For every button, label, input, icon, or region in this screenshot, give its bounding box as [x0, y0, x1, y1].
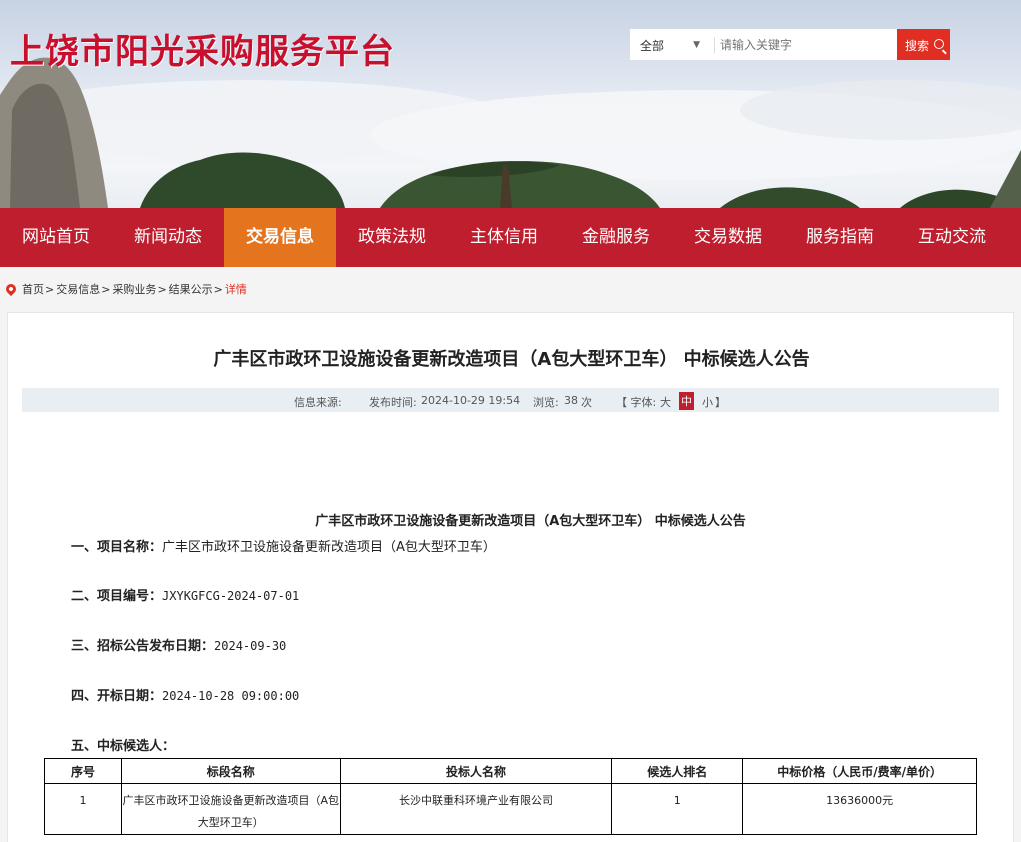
project-number-value: JXYKGFCG-2024-07-01	[162, 589, 300, 603]
publish-time: 2024-10-29 19:54	[421, 394, 521, 407]
article-subtitle: 广丰区市政环卫设施设备更新改造项目（A包大型环卫车） 中标候选人公告	[315, 514, 746, 529]
nav-item-credit[interactable]: 主体信用	[448, 208, 560, 267]
views-label: 浏览:	[533, 396, 559, 409]
nav-item-finance[interactable]: 金融服务	[560, 208, 672, 267]
header-banner: 上饶市阳光采购服务平台 全部 ▼ 搜索	[0, 0, 1021, 208]
notice-date-label: 三、招标公告发布日期：	[71, 639, 215, 654]
font-size-label: 【 字体:	[616, 396, 657, 409]
open-date-line: 四、开标日期：2024-10-28 09:00:00	[71, 685, 299, 704]
notice-date-value: 2024-09-30	[214, 639, 287, 653]
nav-item-home[interactable]: 网站首页	[0, 208, 112, 267]
breadcrumb-procurement[interactable]: 采购业务	[112, 281, 156, 297]
nav-item-news[interactable]: 新闻动态	[112, 208, 224, 267]
search-scope-value: 全部	[640, 39, 665, 53]
notice-date-line: 三、招标公告发布日期：2024-09-30	[71, 635, 286, 654]
publish-time-label: 发布时间:	[369, 396, 417, 409]
font-size-small[interactable]: 小	[702, 394, 713, 410]
project-name-line: 一、项目名称：广丰区市政环卫设施设备更新改造项目（A包大型环卫车）	[71, 536, 496, 555]
article-card: 广丰区市政环卫设施设备更新改造项目（A包大型环卫车） 中标候选人公告 信息来源:…	[7, 312, 1014, 842]
column-header: 标段名称	[120, 758, 341, 784]
column-header: 候选人排名	[611, 758, 744, 784]
column-header: 投标人名称	[339, 758, 613, 784]
open-date-label: 四、开标日期：	[71, 689, 163, 704]
font-size-large[interactable]: 大	[660, 394, 671, 410]
views-unit: 次	[581, 396, 592, 409]
search-button[interactable]: 搜索	[897, 29, 950, 60]
font-size-close: 】	[715, 396, 726, 409]
source-label: 信息来源:	[294, 396, 342, 409]
views-count: 38	[564, 394, 578, 407]
nav-item-policy[interactable]: 政策法规	[336, 208, 448, 267]
search-button-label: 搜索	[905, 39, 930, 53]
breadcrumb-current: 详情	[224, 283, 247, 296]
breadcrumb-results[interactable]: 结果公示	[169, 281, 213, 297]
nav-item-trade-info[interactable]: 交易信息	[224, 208, 336, 267]
location-pin-icon	[3, 281, 19, 297]
table-cell: 广丰区市政环卫设施设备更新改造项目（A包大型环卫车）	[120, 783, 341, 835]
article-meta-bar: 信息来源: 发布时间: 2024-10-29 19:54 浏览: 38 次 【 …	[22, 388, 999, 412]
candidates-table: 序号 标段名称 投标人名称 候选人排名 中标价格（人民币/费率/单价） 1 广丰…	[44, 758, 977, 835]
candidates-label: 五、中标候选人：	[71, 739, 176, 754]
table-header-row: 序号 标段名称 投标人名称 候选人排名 中标价格（人民币/费率/单价）	[44, 758, 977, 784]
nav-item-interaction[interactable]: 互动交流	[896, 208, 1008, 267]
candidates-line: 五、中标候选人：	[71, 735, 175, 754]
open-date-value: 2024-10-28 09:00:00	[162, 689, 300, 703]
project-number-line: 二、项目编号：JXYKGFCG-2024-07-01	[71, 585, 299, 604]
font-size-medium[interactable]: 中	[679, 392, 694, 410]
breadcrumb-trade-info[interactable]: 交易信息	[56, 281, 100, 297]
search-scope-select[interactable]: 全部 ▼	[630, 29, 712, 60]
table-row: 1 广丰区市政环卫设施设备更新改造项目（A包大型环卫车） 长沙中联重科环境产业有…	[44, 783, 977, 835]
search-box: 全部 ▼ 搜索	[630, 29, 950, 60]
project-number-label: 二、项目编号：	[71, 589, 163, 604]
nav-item-trade-data[interactable]: 交易数据	[672, 208, 784, 267]
search-input[interactable]	[720, 32, 892, 57]
page-title: 广丰区市政环卫设施设备更新改造项目（A包大型环卫车） 中标候选人公告	[213, 349, 810, 370]
table-cell: 13636000元	[742, 783, 977, 835]
project-name-label: 一、项目名称：	[71, 540, 163, 555]
site-title: 上饶市阳光采购服务平台	[10, 32, 395, 72]
breadcrumb-home[interactable]: 首页	[22, 281, 44, 297]
project-name-value: 广丰区市政环卫设施设备更新改造项目（A包大型环卫车）	[162, 540, 496, 555]
table-cell: 1	[44, 783, 122, 835]
table-cell: 长沙中联重科环境产业有限公司	[339, 783, 613, 835]
main-nav: 网站首页 新闻动态 交易信息 政策法规 主体信用 金融服务 交易数据 服务指南 …	[0, 208, 1021, 267]
divider	[714, 37, 715, 53]
search-icon	[934, 39, 944, 49]
nav-item-guide[interactable]: 服务指南	[784, 208, 896, 267]
chevron-down-icon: ▼	[693, 40, 700, 50]
table-cell: 1	[611, 783, 744, 835]
column-header: 序号	[44, 758, 122, 784]
column-header: 中标价格（人民币/费率/单价）	[742, 758, 977, 784]
breadcrumb: 首页 > 交易信息 > 采购业务 > 结果公示 > 详情	[3, 281, 247, 297]
